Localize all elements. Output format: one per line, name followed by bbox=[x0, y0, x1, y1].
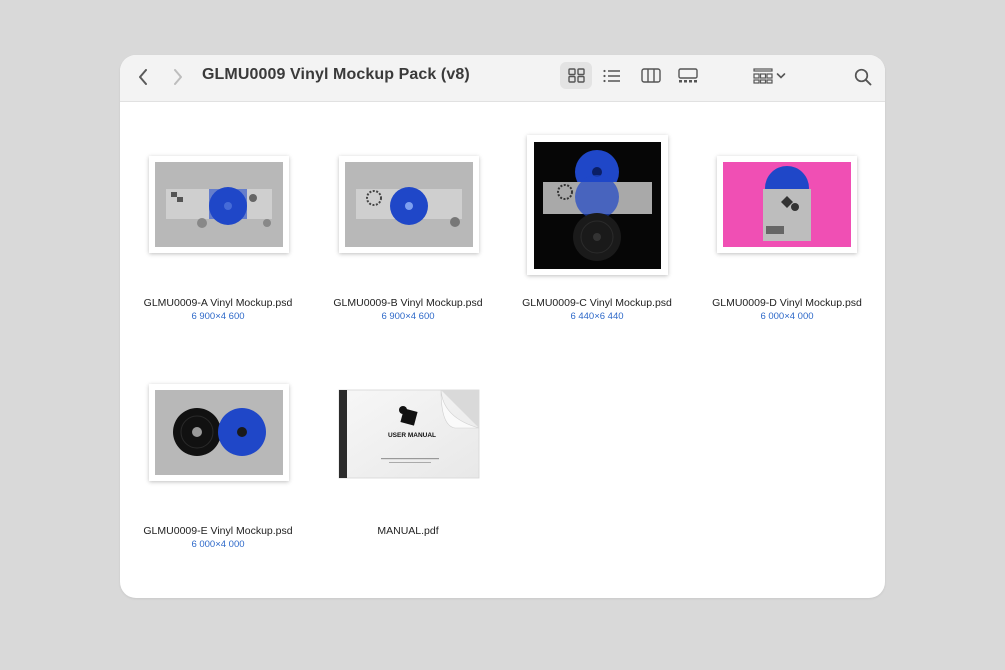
file-thumbnail bbox=[149, 156, 289, 253]
chevron-left-icon bbox=[139, 69, 147, 85]
file-dimensions: 6 900×4 600 bbox=[191, 311, 245, 322]
column-view-icon bbox=[641, 68, 661, 83]
pdf-cover-label: USER MANUAL bbox=[387, 432, 437, 439]
file-dimensions: 6 000×4 000 bbox=[760, 311, 814, 322]
file-dimensions: 6 000×4 000 bbox=[191, 539, 245, 550]
chevron-right-icon bbox=[174, 69, 182, 85]
forward-button[interactable] bbox=[167, 66, 189, 88]
file-name: GLMU0009-C Vinyl Mockup.psd bbox=[522, 297, 672, 309]
list-view-icon bbox=[603, 69, 620, 82]
column-view-button[interactable] bbox=[635, 62, 667, 89]
back-button[interactable] bbox=[132, 66, 154, 88]
file-item[interactable]: GLMU0009-E Vinyl Mockup.psd 6 000×4 000 bbox=[120, 363, 316, 553]
file-item[interactable]: GLMU0009-D Vinyl Mockup.psd 6 000×4 000 bbox=[689, 135, 885, 325]
group-by-button[interactable] bbox=[748, 62, 790, 89]
file-name: GLMU0009-E Vinyl Mockup.psd bbox=[143, 525, 293, 537]
window-title: GLMU0009 Vinyl Mockup Pack (v8) bbox=[202, 66, 470, 83]
file-name: GLMU0009-A Vinyl Mockup.psd bbox=[143, 297, 293, 309]
file-name: MANUAL.pdf bbox=[377, 525, 439, 537]
file-thumbnail bbox=[149, 384, 289, 481]
file-name: GLMU0009-B Vinyl Mockup.psd bbox=[333, 297, 483, 309]
file-thumbnail bbox=[717, 156, 857, 253]
file-dimensions: 6 440×6 440 bbox=[570, 311, 624, 322]
gallery-view-button[interactable] bbox=[672, 62, 704, 89]
gallery-view-icon bbox=[678, 68, 698, 83]
search-button[interactable] bbox=[851, 65, 875, 89]
file-thumbnail bbox=[527, 135, 668, 275]
icon-view-button[interactable] bbox=[560, 62, 592, 89]
icon-view-icon bbox=[567, 68, 585, 83]
group-by-icon bbox=[752, 67, 773, 84]
chevron-down-icon bbox=[776, 72, 785, 79]
list-view-button[interactable] bbox=[596, 62, 628, 89]
file-item[interactable]: GLMU0009-C Vinyl Mockup.psd 6 440×6 440 bbox=[499, 135, 695, 325]
file-item[interactable]: GLMU0009-A Vinyl Mockup.psd 6 900×4 600 bbox=[120, 135, 316, 325]
file-item[interactable]: GLMU0009-B Vinyl Mockup.psd 6 900×4 600 bbox=[310, 135, 506, 325]
file-dimensions: 6 900×4 600 bbox=[381, 311, 435, 322]
toolbar: GLMU0009 Vinyl Mockup Pack (v8) bbox=[120, 55, 885, 102]
search-icon bbox=[854, 68, 872, 86]
pdf-thumbnail: USER MANUAL bbox=[337, 388, 481, 480]
file-thumbnail bbox=[339, 156, 479, 253]
finder-window: GLMU0009 Vinyl Mockup Pack (v8) GLMU0009… bbox=[120, 55, 885, 598]
file-name: GLMU0009-D Vinyl Mockup.psd bbox=[712, 297, 862, 309]
file-item[interactable]: USER MANUAL MANUAL.pdf bbox=[310, 363, 506, 553]
